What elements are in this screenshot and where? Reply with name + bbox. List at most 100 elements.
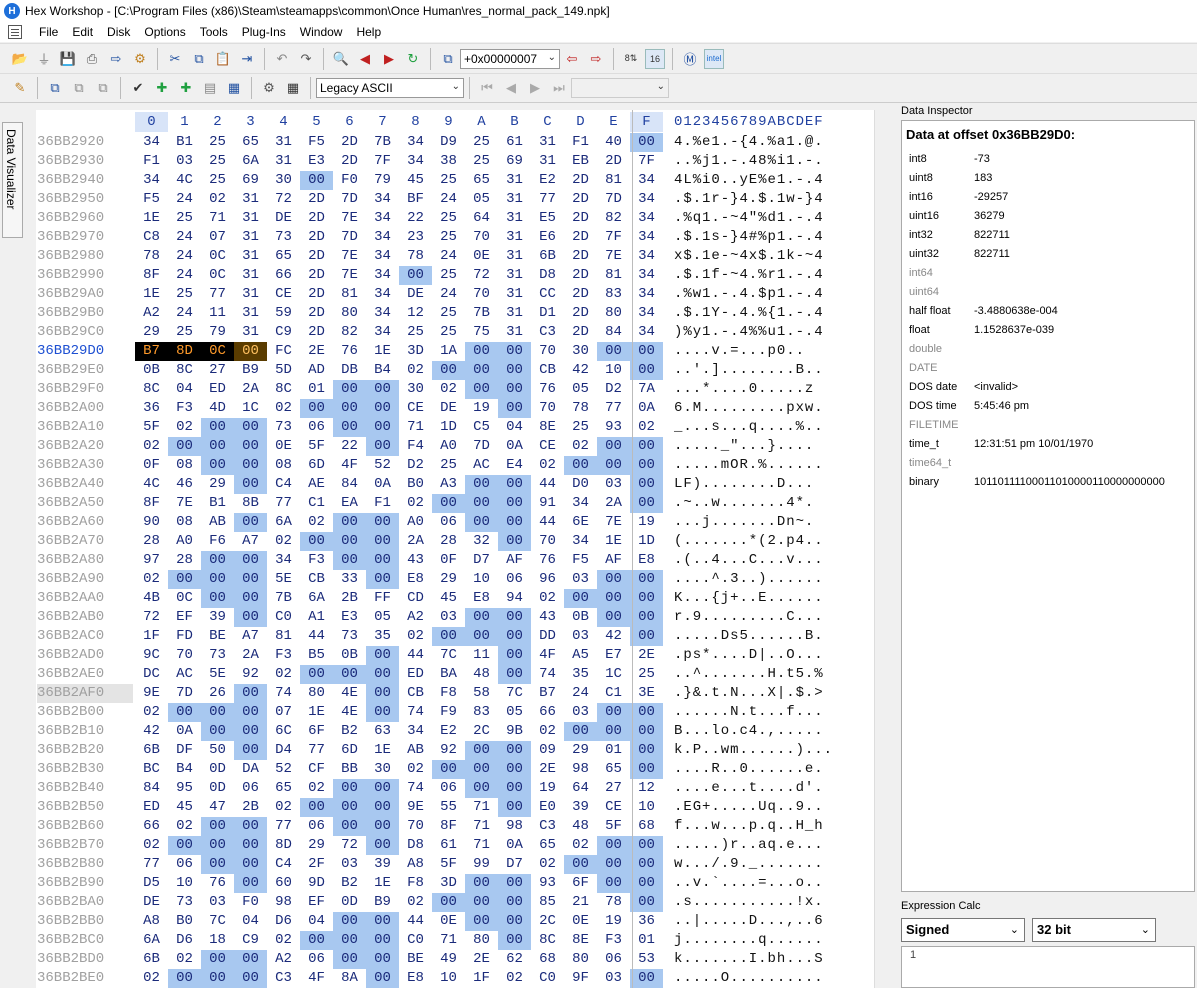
hex-byte[interactable]: 8F xyxy=(135,266,168,285)
goto-forward-icon[interactable]: ⇨ xyxy=(586,49,606,69)
hex-byte[interactable]: 00 xyxy=(234,437,267,456)
hex-byte[interactable]: 00 xyxy=(498,798,531,817)
hex-byte[interactable]: 00 xyxy=(234,817,267,836)
hex-byte[interactable]: 2C xyxy=(531,912,564,931)
hex-byte[interactable]: E2 xyxy=(531,171,564,190)
hex-byte[interactable]: 00 xyxy=(201,418,234,437)
hex-byte[interactable]: 19 xyxy=(465,399,498,418)
row-text[interactable]: .....mOR.%...... xyxy=(674,456,824,475)
hex-byte[interactable]: 8A xyxy=(333,969,366,988)
hex-byte[interactable]: 69 xyxy=(498,152,531,171)
hex-byte[interactable]: 03 xyxy=(432,608,465,627)
hex-byte[interactable]: 0E xyxy=(432,912,465,931)
hex-byte[interactable]: D2 xyxy=(399,456,432,475)
row-text[interactable]: ..%j1.-.48%i1.-. xyxy=(674,152,824,171)
hex-byte[interactable]: DD xyxy=(531,627,564,646)
hex-byte[interactable]: 6C xyxy=(267,722,300,741)
edit-tool-icon[interactable]: ✎ xyxy=(10,78,30,98)
hex-byte[interactable]: 25 xyxy=(432,209,465,228)
menu-options[interactable]: Options xyxy=(137,25,192,39)
hex-byte[interactable]: 0A xyxy=(498,836,531,855)
save-icon[interactable]: 💾 xyxy=(58,49,78,69)
hex-byte[interactable]: 05 xyxy=(366,608,399,627)
hex-byte[interactable]: 24 xyxy=(168,228,201,247)
hex-byte[interactable]: 46 xyxy=(168,475,201,494)
record-combo[interactable]: ⌄ xyxy=(571,78,669,98)
hex-byte[interactable]: DF xyxy=(168,741,201,760)
hex-byte[interactable]: FF xyxy=(366,589,399,608)
hex-byte[interactable]: 34 xyxy=(630,247,663,266)
settings-gear-icon[interactable]: ⚙ xyxy=(259,78,279,98)
hex-byte[interactable]: BF xyxy=(399,190,432,209)
hex-byte[interactable]: 90 xyxy=(135,513,168,532)
hex-byte[interactable]: 00 xyxy=(300,532,333,551)
hex-byte[interactable]: 66 xyxy=(267,266,300,285)
hex-byte[interactable]: 34 xyxy=(366,304,399,323)
hex-byte[interactable]: 00 xyxy=(366,551,399,570)
paste-special-icon[interactable]: ⇥ xyxy=(237,49,257,69)
hex-byte[interactable]: 6F xyxy=(564,874,597,893)
hex-byte[interactable]: E5 xyxy=(531,209,564,228)
hex-byte[interactable]: 10 xyxy=(465,570,498,589)
hex-byte[interactable]: F8 xyxy=(399,874,432,893)
hex-byte[interactable]: 92 xyxy=(234,665,267,684)
row-text[interactable]: .}&.t.N...X|.$.> xyxy=(674,684,824,703)
hex-byte[interactable]: 02 xyxy=(267,399,300,418)
hex-byte[interactable]: 00 xyxy=(597,855,630,874)
hex-byte[interactable]: BE xyxy=(399,950,432,969)
hex-byte[interactable]: CD xyxy=(399,589,432,608)
hex-byte[interactable]: 23 xyxy=(399,228,432,247)
inspector-row[interactable]: half float -3.4880638e-004 xyxy=(909,301,1194,320)
hex-byte[interactable]: 6A xyxy=(234,152,267,171)
hex-byte[interactable]: 8B xyxy=(234,494,267,513)
hex-byte[interactable]: 21 xyxy=(564,893,597,912)
hex-byte[interactable]: 76 xyxy=(201,874,234,893)
hex-byte[interactable]: 00 xyxy=(234,741,267,760)
hex-byte[interactable]: C4 xyxy=(267,855,300,874)
hex-byte[interactable]: 64 xyxy=(465,209,498,228)
hex-byte[interactable]: 05 xyxy=(498,703,531,722)
row-text[interactable]: .%w1.-.4.$p1.-.4 xyxy=(674,285,824,304)
hex-byte[interactable]: 31 xyxy=(498,228,531,247)
hex-byte[interactable]: 70 xyxy=(531,342,564,361)
hex-byte[interactable]: 00 xyxy=(366,646,399,665)
row-text[interactable]: .%q1.-~4"%d1.-.4 xyxy=(674,209,824,228)
hex-byte[interactable]: 31 xyxy=(498,285,531,304)
hex-byte[interactable]: 29 xyxy=(300,836,333,855)
hex-byte[interactable]: 78 xyxy=(597,893,630,912)
hex-byte[interactable]: 24 xyxy=(432,190,465,209)
hex-byte[interactable]: 01 xyxy=(300,380,333,399)
cut-icon[interactable]: ✂ xyxy=(165,49,185,69)
hex-byte[interactable]: 19 xyxy=(597,912,630,931)
hex-byte[interactable]: 78 xyxy=(399,247,432,266)
hex-byte[interactable]: 19 xyxy=(630,513,663,532)
hex-byte[interactable]: 64 xyxy=(564,779,597,798)
hex-byte[interactable]: 00 xyxy=(630,570,663,589)
intel-byte-order-icon[interactable]: intel xyxy=(704,48,724,69)
hex-byte[interactable]: 00 xyxy=(300,798,333,817)
hex-byte[interactable]: 03 xyxy=(333,855,366,874)
hex-byte[interactable]: 93 xyxy=(531,874,564,893)
hex-byte[interactable]: 00 xyxy=(201,437,234,456)
hex-byte[interactable]: 00 xyxy=(333,665,366,684)
hex-byte[interactable]: D8 xyxy=(531,266,564,285)
hex-byte[interactable]: 0C xyxy=(201,266,234,285)
hex-byte[interactable]: 0A xyxy=(168,722,201,741)
hex-byte[interactable]: 0C xyxy=(168,589,201,608)
hex-byte[interactable]: 83 xyxy=(597,285,630,304)
row-text[interactable]: (.......*(2.p4.. xyxy=(674,532,824,551)
hex-byte[interactable]: 31 xyxy=(234,247,267,266)
hex-byte[interactable]: 74 xyxy=(399,703,432,722)
hex-byte[interactable]: 47 xyxy=(201,798,234,817)
hex-byte[interactable]: 11 xyxy=(465,646,498,665)
hex-byte[interactable]: CE xyxy=(267,285,300,304)
hex-byte[interactable]: 00 xyxy=(465,608,498,627)
hex-byte[interactable]: 2D xyxy=(564,304,597,323)
hex-byte[interactable]: FC xyxy=(267,342,300,361)
hex-byte[interactable]: 02 xyxy=(432,380,465,399)
hex-byte[interactable]: 00 xyxy=(168,703,201,722)
hex-byte[interactable]: 0E xyxy=(465,247,498,266)
hex-byte[interactable]: 29 xyxy=(432,570,465,589)
hex-byte[interactable]: 2A xyxy=(597,494,630,513)
hex-byte[interactable]: 04 xyxy=(234,912,267,931)
